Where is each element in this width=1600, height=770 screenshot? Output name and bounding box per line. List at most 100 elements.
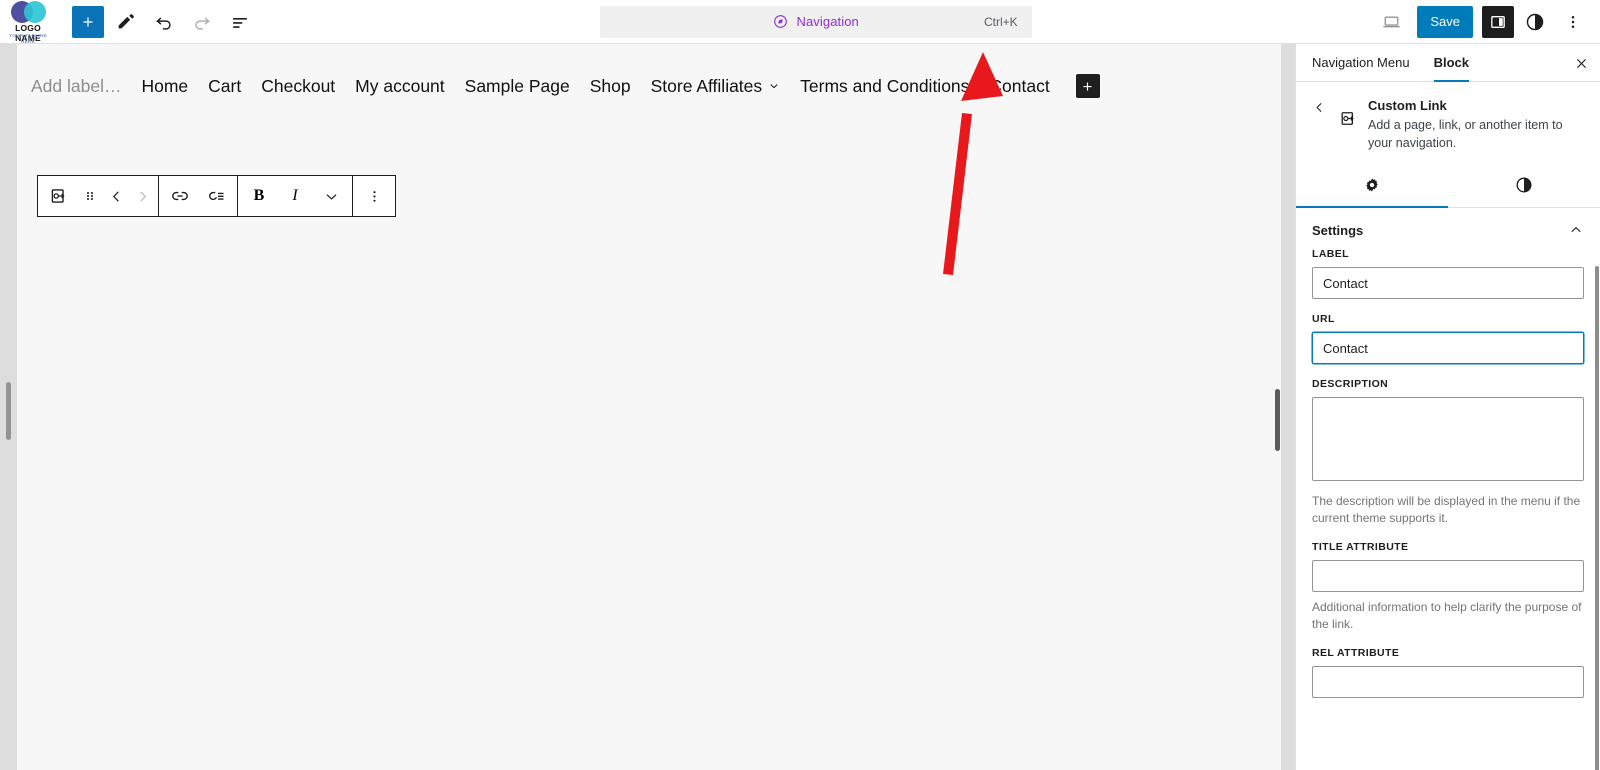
canvas-resize-handle-left[interactable]	[6, 382, 11, 440]
gear-icon	[1366, 178, 1378, 191]
nav-item-store-affiliates[interactable]: Store Affiliates	[641, 76, 791, 97]
block-type-custom-link-button[interactable]	[41, 176, 77, 216]
chevron-down-icon	[326, 193, 336, 200]
title-attribute-field-label: TITLE ATTRIBUTE	[1312, 541, 1409, 553]
plus-icon	[1083, 81, 1092, 91]
top-bar-right-tools: Save	[1372, 5, 1600, 38]
navigation-compass-icon	[774, 15, 788, 28]
bold-icon: B	[253, 187, 265, 204]
contrast-circle-icon	[1526, 13, 1544, 30]
bold-button[interactable]: B	[241, 176, 277, 216]
chevron-down-icon	[770, 84, 778, 89]
label-field-label: LABEL	[1312, 248, 1349, 260]
settings-panel-title: Settings	[1312, 222, 1364, 238]
italic-icon: I	[292, 187, 298, 204]
top-bar-left-tools: LOGO NAME YOUR TAGLINE HERE	[0, 0, 259, 44]
canvas-left-rail	[0, 44, 17, 770]
styles-tab[interactable]	[1448, 162, 1600, 207]
block-toolbar-group-format: B I	[237, 176, 352, 216]
options-menu-button[interactable]	[1557, 6, 1589, 38]
chevron-left-icon	[112, 190, 119, 202]
vertical-ellipsis-icon	[372, 190, 376, 202]
styles-button[interactable]	[1519, 6, 1551, 38]
title-attribute-field: TITLE ATTRIBUTE Additional information t…	[1296, 541, 1600, 633]
nav-item-home[interactable]: Home	[131, 76, 198, 97]
rel-attribute-field-label: REL ATTRIBUTE	[1312, 647, 1400, 659]
vertical-ellipsis-icon	[1571, 15, 1575, 28]
back-to-parent-button[interactable]	[1310, 96, 1328, 118]
url-field-label: URL	[1312, 313, 1335, 325]
nav-item-my-account[interactable]: My account	[345, 76, 454, 97]
move-right-button[interactable]	[129, 176, 155, 216]
close-x-icon	[1576, 58, 1586, 68]
custom-link-icon	[51, 189, 65, 203]
undo-button[interactable]	[148, 6, 180, 38]
annotation-arrow	[943, 52, 1003, 275]
nav-item-sample-page[interactable]: Sample Page	[455, 76, 580, 97]
site-logo[interactable]: LOGO NAME YOUR TAGLINE HERE	[0, 0, 56, 44]
link-icon	[172, 191, 188, 201]
title-attribute-field-input[interactable]	[1312, 560, 1584, 592]
contrast-circle-icon	[1516, 177, 1532, 192]
nav-item-checkout[interactable]: Checkout	[251, 76, 345, 97]
nav-item-shop[interactable]: Shop	[580, 76, 641, 97]
italic-button[interactable]: I	[277, 176, 313, 216]
sidebar-scroll-area: Settings LABEL URL DESCRIPTION The	[1296, 208, 1600, 770]
nav-item-cart[interactable]: Cart	[198, 76, 251, 97]
editor-vertical-scrollbar[interactable]	[1275, 389, 1280, 451]
editor-body: Add label… Home Cart Checkout My account…	[0, 44, 1600, 770]
label-field-input[interactable]	[1312, 267, 1584, 299]
close-sidebar-button[interactable]	[1562, 44, 1600, 82]
navigation-block: Add label… Home Cart Checkout My account…	[21, 74, 1100, 98]
block-options-button[interactable]	[356, 176, 392, 216]
more-formatting-button[interactable]	[313, 176, 349, 216]
nav-item-terms-and-conditions[interactable]: Terms and Conditions	[790, 76, 979, 97]
url-field: URL	[1296, 313, 1600, 364]
link-button[interactable]	[162, 176, 198, 216]
sidebar-panel-icon	[1491, 15, 1505, 28]
laptop-icon	[1383, 16, 1400, 28]
settings-panel-header[interactable]: Settings	[1296, 208, 1600, 248]
document-overview-button[interactable]	[224, 6, 256, 38]
sidebar-icon-tabs	[1296, 162, 1600, 208]
nav-item-store-affiliates-label: Store Affiliates	[650, 75, 763, 96]
move-left-button[interactable]	[103, 176, 129, 216]
chevron-up-icon	[1571, 226, 1581, 233]
drag-handle[interactable]	[77, 176, 103, 216]
selected-block-card: Custom Link Add a page, link, or another…	[1296, 82, 1600, 162]
edit-tools-button[interactable]	[110, 6, 142, 38]
url-field-input[interactable]	[1312, 332, 1584, 364]
settings-tab[interactable]	[1296, 162, 1448, 208]
view-button[interactable]	[1375, 6, 1407, 38]
pencil-icon	[118, 13, 134, 28]
settings-panel-toggle[interactable]	[1482, 5, 1514, 38]
redo-button[interactable]	[186, 6, 218, 38]
command-bar-label: Navigation	[796, 14, 859, 29]
chevron-left-icon	[1315, 102, 1321, 112]
sidebar-tabs: Navigation Menu Block	[1296, 44, 1600, 82]
nav-item-add-label[interactable]: Add label…	[21, 76, 131, 97]
chevron-right-icon	[139, 190, 146, 202]
add-block-button[interactable]	[72, 5, 104, 38]
label-field: LABEL	[1296, 248, 1600, 299]
block-toolbar-group-block	[38, 176, 158, 216]
block-description: Add a page, link, or another item to you…	[1368, 118, 1563, 150]
description-field-help: The description will be displayed in the…	[1312, 494, 1581, 525]
rel-attribute-field-input[interactable]	[1312, 666, 1584, 698]
overlapping-circles-logo-icon	[11, 0, 47, 23]
editor-canvas[interactable]: Add label… Home Cart Checkout My account…	[17, 44, 1281, 770]
navigation-appender-button[interactable]	[1075, 74, 1100, 98]
save-button[interactable]: Save	[1417, 5, 1473, 38]
block-settings-sidebar: Navigation Menu Block Custom Link Add a …	[1295, 44, 1600, 770]
command-palette-bar[interactable]: Navigation Ctrl+K	[599, 5, 1032, 38]
undo-arrow-icon	[155, 16, 171, 30]
tab-navigation-menu[interactable]: Navigation Menu	[1296, 44, 1422, 81]
nav-item-contact[interactable]: Contact	[979, 76, 1059, 97]
add-submenu-button[interactable]	[198, 176, 234, 216]
editor-canvas-region: Add label… Home Cart Checkout My account…	[0, 44, 1295, 770]
tab-block[interactable]: Block	[1422, 44, 1481, 82]
description-field-label: DESCRIPTION	[1312, 378, 1389, 390]
sidebar-scrollbar[interactable]	[1595, 266, 1599, 770]
rel-attribute-field: REL ATTRIBUTE	[1296, 647, 1600, 698]
description-field-textarea[interactable]	[1312, 397, 1584, 481]
